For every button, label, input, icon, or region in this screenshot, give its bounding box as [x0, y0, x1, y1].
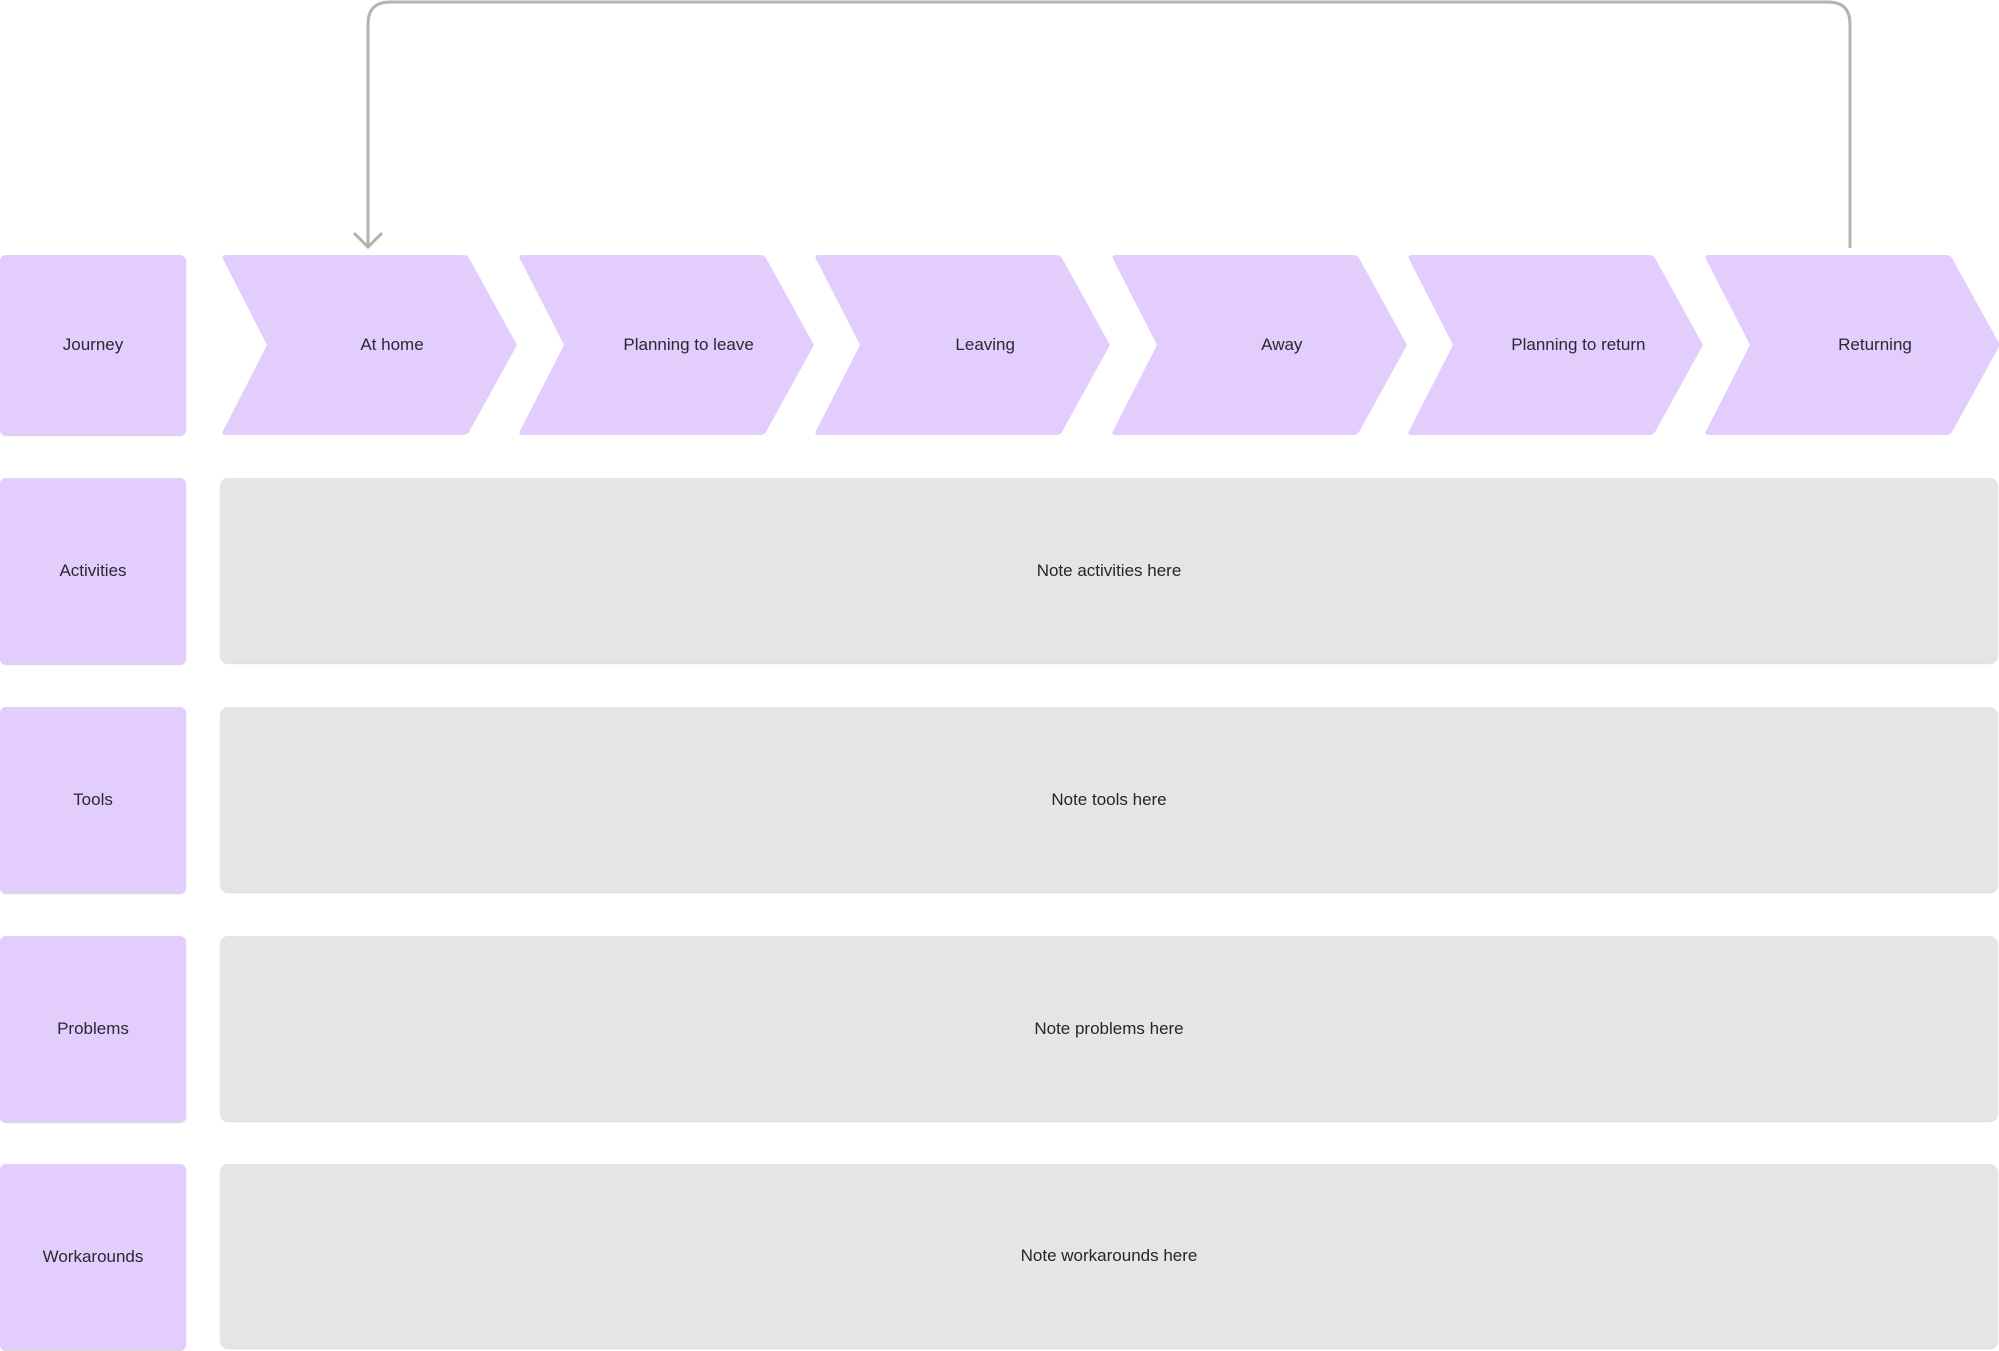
stage-label: Away — [1261, 335, 1303, 354]
note-text: Note activities here — [1036, 560, 1182, 580]
row-label-tools: Tools — [0, 707, 186, 893]
stage-label: At home — [360, 335, 424, 354]
note-area-activities[interactable]: Note activities here — [220, 478, 1998, 663]
connector-line — [366, 0, 1852, 248]
row-label-text: Tools — [73, 790, 113, 809]
row-label-text: Workarounds — [42, 1247, 144, 1266]
row-label-workarounds: Workarounds — [0, 1164, 186, 1350]
row-label-journey: Journey — [0, 255, 186, 435]
note-area-problems[interactable]: Note problems here — [220, 936, 1998, 1121]
note-area-workarounds[interactable]: Note workarounds here — [220, 1164, 1998, 1348]
journey-stage[interactable]: Away — [1110, 255, 1407, 435]
journey-stage[interactable]: Planning to return — [1406, 255, 1704, 435]
journey-stage[interactable]: Returning — [1703, 255, 1999, 435]
loop-back-connector[interactable] — [0, 0, 1999, 260]
journey-stage[interactable]: Planning to leave — [517, 255, 814, 435]
row-label-text: Activities — [59, 561, 127, 580]
note-area-tools[interactable]: Note tools here — [220, 707, 1998, 892]
stage-label: Planning to return — [1511, 335, 1646, 354]
stage-label: Planning to leave — [623, 335, 754, 354]
row-label-activities: Activities — [0, 478, 186, 664]
row-label-text: Problems — [57, 1019, 129, 1038]
row-label-text: Journey — [62, 335, 124, 354]
note-text: Note tools here — [1051, 789, 1167, 809]
journey-stage[interactable]: Leaving — [813, 255, 1111, 435]
stage-label: Leaving — [955, 335, 1015, 354]
note-text: Note workarounds here — [1020, 1246, 1198, 1265]
stage-label: Returning — [1838, 335, 1912, 354]
row-label-problems: Problems — [0, 936, 186, 1122]
note-text: Note problems here — [1034, 1018, 1184, 1038]
journey-stage[interactable]: At home — [220, 255, 517, 435]
